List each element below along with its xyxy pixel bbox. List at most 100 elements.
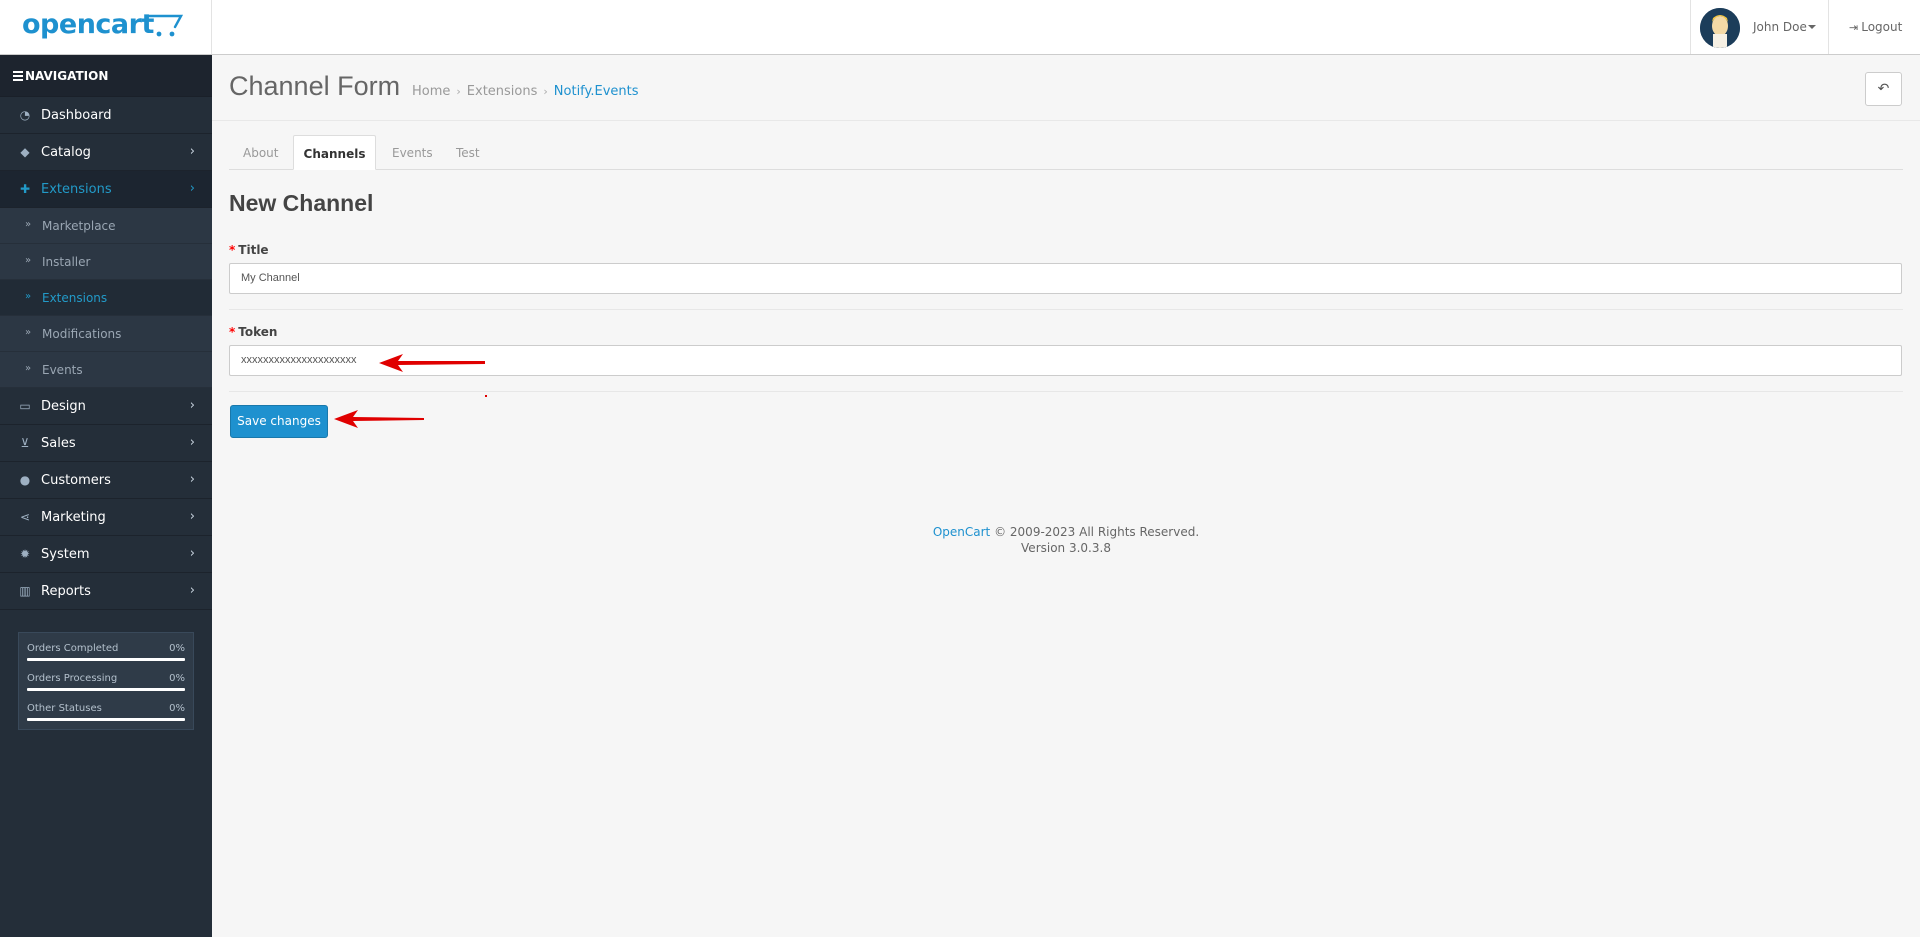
sidebar-item-label: Dashboard: [41, 108, 112, 123]
logo[interactable]: opencart: [0, 0, 212, 54]
chevron-down-icon: [1808, 25, 1816, 29]
menu-bars-icon: [13, 70, 23, 83]
navigation-heading: NAVIGATION: [0, 55, 212, 97]
double-chevron-icon: »: [25, 327, 32, 338]
sidebar-item-label: Catalog: [41, 145, 91, 160]
sidebar-subitem-label: Events: [42, 363, 83, 377]
footer: OpenCart © 2009-2023 All Rights Reserved…: [212, 525, 1920, 555]
logout-link[interactable]: ⇥ Logout: [1849, 20, 1902, 34]
sidebar-item-reports[interactable]: ▥ Reports ›: [0, 573, 212, 610]
title-label: * Title: [229, 243, 269, 257]
cart-icon: ⊻: [20, 436, 30, 450]
page-header: Channel Form Home › Extensions › Notify.Even…: [212, 55, 1920, 121]
order-stats-panel: Orders Completed 0% Orders Processing 0%…: [18, 632, 194, 730]
breadcrumb-extensions[interactable]: Extensions: [467, 84, 538, 99]
save-button[interactable]: Save changes: [230, 405, 328, 438]
sidebar-item-label: System: [41, 547, 90, 562]
sidebar-item-label: Sales: [41, 436, 76, 451]
sidebar-subitem-label: Extensions: [42, 291, 108, 305]
logout-label: Logout: [1861, 20, 1903, 34]
breadcrumb-home[interactable]: Home: [412, 84, 450, 99]
sidebar-item-label: Extensions: [41, 182, 112, 197]
chevron-right-icon: ›: [189, 398, 195, 413]
opencart-link[interactable]: OpenCart: [933, 525, 990, 539]
token-label: * Token: [229, 325, 277, 339]
sidebar-subitem-marketplace[interactable]: » Marketplace: [0, 208, 212, 244]
back-button[interactable]: ↶: [1865, 72, 1902, 106]
double-chevron-icon: »: [25, 219, 32, 230]
stat-orders-processing: Orders Processing 0%: [27, 671, 185, 701]
chevron-right-icon: ›: [189, 546, 195, 561]
sidebar-subitem-installer[interactable]: » Installer: [0, 244, 212, 280]
sidebar-subitem-modifications[interactable]: » Modifications: [0, 316, 212, 352]
tab-about[interactable]: About: [243, 135, 278, 170]
double-chevron-icon: »: [25, 291, 32, 302]
sidebar-subitem-label: Installer: [42, 255, 91, 269]
puzzle-icon: ✚: [19, 182, 31, 196]
sidebar-item-marketing[interactable]: ⋖ Marketing ›: [0, 499, 212, 536]
annotation-dot: [485, 395, 487, 397]
double-chevron-icon: »: [25, 363, 32, 374]
sidebar-item-customers[interactable]: ● Customers ›: [0, 462, 212, 499]
stat-label: Orders Completed: [27, 643, 119, 654]
breadcrumb-current[interactable]: Notify.Events: [554, 84, 639, 99]
sidebar-item-system[interactable]: ✹ System ›: [0, 536, 212, 573]
footer-copyright-line: OpenCart © 2009-2023 All Rights Reserved…: [212, 525, 1920, 539]
sidebar-item-catalog[interactable]: ◆ Catalog ›: [0, 134, 212, 171]
title-label-text: Title: [238, 243, 269, 257]
chevron-right-icon: ›: [189, 509, 195, 524]
extensions-submenu: » Marketplace » Installer » Extensions »…: [0, 208, 212, 388]
sidebar-item-design[interactable]: ▭ Design ›: [0, 388, 212, 425]
navigation-heading-label: NAVIGATION: [25, 69, 109, 83]
sidebar-item-dashboard[interactable]: ◔ Dashboard: [0, 97, 212, 134]
tags-icon: ◆: [20, 145, 30, 159]
gear-icon: ✹: [19, 547, 31, 561]
progress-bar: [27, 658, 185, 661]
double-chevron-icon: »: [25, 255, 32, 266]
reply-arrow-icon: ↶: [1877, 81, 1890, 97]
title-input[interactable]: My Channel: [229, 263, 1902, 294]
tab-test[interactable]: Test: [456, 135, 480, 170]
chevron-right-icon: ›: [189, 144, 195, 159]
sidebar-subitem-events[interactable]: » Events: [0, 352, 212, 388]
progress-bar: [27, 688, 185, 691]
copyright-text: © 2009-2023 All Rights Reserved.: [994, 525, 1200, 539]
sidebar-item-label: Reports: [41, 584, 91, 599]
chevron-right-icon: ›: [189, 583, 195, 598]
annotation-arrow-icon: [334, 410, 424, 428]
stat-value: 0%: [169, 703, 185, 714]
sidebar-item-label: Customers: [41, 473, 111, 488]
sidebar-subitem-label: Marketplace: [42, 219, 116, 233]
user-menu[interactable]: John Doe: [1690, 0, 1829, 54]
avatar: [1700, 8, 1740, 48]
sidebar-item-extensions[interactable]: ✚ Extensions ›: [0, 171, 212, 208]
stat-label: Other Statuses: [27, 703, 102, 714]
tab-bar: About Channels Events Test: [229, 135, 1903, 170]
breadcrumb: Home › Extensions › Notify.Events: [412, 84, 639, 99]
cart-logo-icon: [145, 14, 183, 37]
chevron-right-icon: ›: [189, 181, 195, 196]
sidebar-subitem-label: Modifications: [42, 327, 122, 341]
user-name: John Doe: [1753, 20, 1807, 34]
top-header: opencart John Doe ⇥ Logout: [0, 0, 1920, 55]
sidebar-item-sales[interactable]: ⊻ Sales ›: [0, 425, 212, 462]
main-content: Channel Form Home › Extensions › Notify.Even…: [212, 55, 1920, 937]
share-icon: ⋖: [19, 510, 31, 524]
sidebar-subitem-extensions[interactable]: » Extensions: [0, 280, 212, 316]
bar-chart-icon: ▥: [19, 584, 31, 598]
dashboard-icon: ◔: [19, 108, 31, 122]
stat-value: 0%: [169, 673, 185, 684]
form-heading: New Channel: [229, 190, 374, 216]
stat-label: Orders Processing: [27, 673, 118, 684]
stat-other-statuses: Other Statuses 0%: [27, 701, 185, 731]
user-icon: ●: [19, 473, 31, 487]
logo-text: opencart: [22, 9, 154, 40]
tab-channels[interactable]: Channels: [293, 135, 376, 170]
monitor-icon: ▭: [19, 399, 31, 413]
divider: [229, 391, 1903, 392]
tab-events[interactable]: Events: [392, 135, 433, 170]
footer-version: Version 3.0.3.8: [1021, 541, 1111, 555]
page-title: Channel Form: [229, 71, 401, 101]
token-label-text: Token: [238, 325, 278, 339]
divider: [229, 309, 1903, 310]
